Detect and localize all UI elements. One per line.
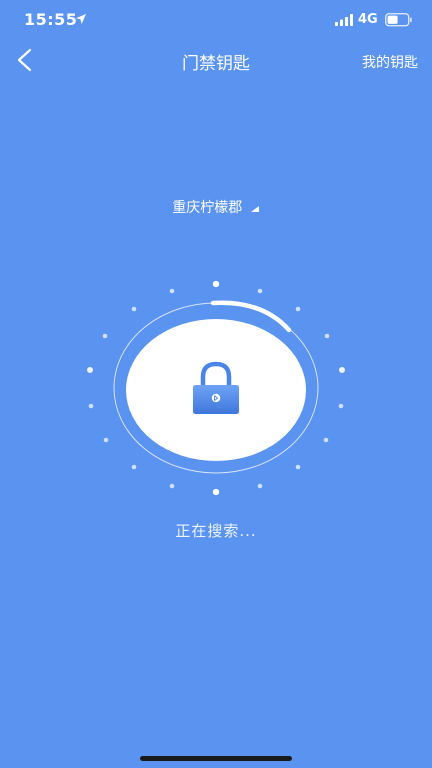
search-status: 正在搜索... <box>175 522 257 540</box>
screen: 15:55 4G 门禁钥匙 我的钥匙 重庆柠檬郡 正在搜索... <box>0 0 432 768</box>
home-indicator <box>140 756 292 761</box>
bluetooth-radar <box>87 280 345 496</box>
